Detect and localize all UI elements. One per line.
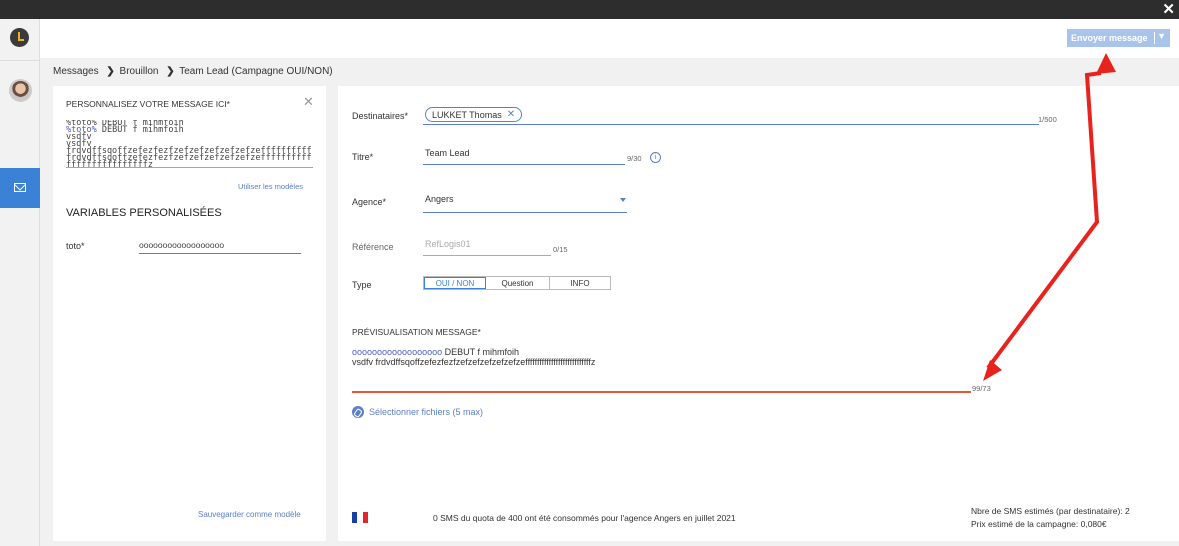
chevron-right-icon: ❯ (166, 66, 175, 77)
reference-input[interactable]: RefLogis01 (423, 239, 551, 256)
attach-files-button[interactable]: Sélectionner fichiers (5 max) (352, 406, 483, 418)
variable-label: toto* (66, 241, 85, 251)
message-customization-panel: PERSONNALISEZ VOTRE MESSAGE ICI* ✕ %toto… (53, 86, 326, 541)
close-icon[interactable]: ✕ (1162, 1, 1175, 18)
agency-select[interactable]: Angers (423, 194, 627, 213)
sidebar-divider (0, 60, 40, 61)
button-divider (1154, 32, 1155, 44)
breadcrumb: Messages ❯ Brouillon ❯ Team Lead (Campag… (53, 66, 335, 77)
message-form-panel: Destinataires* LUKKET Thomas ✕ 1/500 Tit… (338, 86, 1179, 541)
title-label: Titre* (352, 152, 374, 162)
sms-count-estimate: Nbre de SMS estimés (par destinataire): … (971, 506, 1130, 516)
sidebar-item-messages[interactable] (0, 168, 40, 208)
type-option-info[interactable]: INFO (550, 277, 610, 289)
preview-line: oooooooooooooooooo DEBUT f mihmfoih (352, 347, 519, 357)
use-models-link[interactable]: Utiliser les modèles (238, 182, 303, 191)
breadcrumb-item-messages[interactable]: Messages (53, 66, 99, 77)
paperclip-icon (352, 406, 364, 418)
recipients-count: 1/500 (1038, 115, 1057, 124)
title-count: 9/30 (627, 154, 642, 163)
price-estimate: Prix estimé de la campagne: 0,080€ (971, 519, 1107, 529)
reference-label: Référence (352, 242, 394, 252)
close-icon[interactable]: ✕ (507, 109, 515, 120)
chevron-right-icon: ❯ (106, 66, 115, 77)
message-preview: oooooooooooooooooo DEBUT f mihmfoih vsdf… (352, 347, 972, 367)
preview-heading: PRÉVISUALISATION MESSAGE* (352, 327, 481, 337)
window-titlebar: ✕ (0, 0, 1179, 19)
type-segmented-control: OUI / NON Question INFO (423, 276, 611, 290)
breadcrumb-item-current: Team Lead (Campagne OUI/NON) (179, 66, 333, 77)
clock-icon[interactable] (10, 28, 29, 47)
close-icon[interactable]: ✕ (303, 94, 314, 110)
sms-estimate: Nbre de SMS estimés (par destinataire): … (971, 505, 1130, 531)
type-label: Type (352, 280, 372, 290)
type-option-yes-no[interactable]: OUI / NON (424, 277, 486, 289)
preview-error-underline (352, 391, 971, 393)
save-as-model-link[interactable]: Sauvegarder comme modèle (198, 510, 301, 519)
recipient-chip-label: LUKKET Thomas (432, 109, 502, 120)
title-input[interactable]: Team Lead (423, 148, 625, 165)
variable-input[interactable]: oooooooooooooooooo (139, 238, 301, 254)
breadcrumb-item-draft[interactable]: Brouillon (120, 66, 159, 77)
message-editor[interactable]: %toto% DEBUT f mihmfoih %toto% DEBUT f m… (66, 120, 313, 168)
reference-count: 0/15 (553, 245, 568, 254)
preview-count: 99/73 (972, 384, 991, 393)
avatar[interactable] (9, 79, 32, 102)
attach-files-label: Sélectionner fichiers (5 max) (369, 407, 484, 417)
agency-label: Agence* (352, 197, 387, 207)
preview-line: vsdfv frdvdffsqoffzefezfezfzefzefzefzefz… (352, 357, 596, 367)
type-option-question[interactable]: Question (486, 277, 550, 289)
chevron-down-icon[interactable]: ▼ (1157, 31, 1166, 41)
variables-heading: VARIABLES PERSONALISÉES (66, 207, 222, 219)
recipient-chip: LUKKET Thomas ✕ (425, 107, 523, 122)
mail-icon (14, 183, 26, 192)
panel-title: PERSONNALISEZ VOTRE MESSAGE ICI* (66, 99, 230, 109)
editor-line: vsdfv (66, 132, 92, 142)
quota-status: 0 SMS du quota de 400 ont été consommés … (433, 513, 736, 523)
recipients-label: Destinataires* (352, 111, 409, 121)
editor-line: %toto% DEBUT f mihmfoih (66, 125, 184, 135)
info-icon[interactable]: i (650, 152, 661, 163)
france-flag-icon (352, 512, 368, 523)
sidebar (0, 19, 40, 546)
send-message-button[interactable]: Envoyer message ▼ (1067, 29, 1170, 47)
send-message-label: Envoyer message (1071, 33, 1148, 43)
dropdown-caret-icon[interactable] (620, 198, 626, 202)
